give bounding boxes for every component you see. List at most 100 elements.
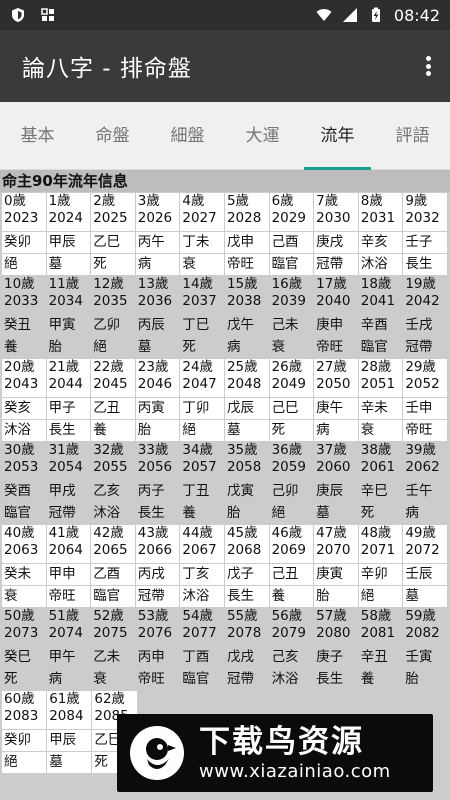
ganzhi-cell: 己未	[269, 315, 314, 336]
age-year-cell: 33歲 2056	[135, 442, 180, 480]
tab-basic[interactable]: 基本	[0, 102, 75, 170]
age-label: 55歲	[226, 608, 258, 624]
age-year-cell: 59歲 2082	[403, 608, 447, 646]
age-year-cell: 9歲 2032	[403, 193, 447, 231]
year-label: 2047	[182, 376, 217, 392]
year-label: 2045	[93, 376, 128, 392]
age-year-cell: 61歲 2084	[47, 691, 92, 729]
life-stage-cell: 墓	[46, 254, 91, 275]
age-year-row: 40歲 2063 41歲 2064 42歲 2065 43歲 2066 44歲 2067 45歲 20…	[2, 524, 448, 563]
year-label: 2080	[316, 625, 351, 641]
life-stage-cell: 死	[91, 254, 135, 275]
age-label: 16歲	[271, 276, 303, 292]
age-year-cell: 5歲 2028	[224, 193, 269, 231]
age-year-cell: 45歲 2068	[224, 525, 269, 563]
tab-bar: 基本 命盤 細盤 大運 流年 評語	[0, 102, 450, 170]
year-label: 2075	[93, 625, 128, 641]
year-label: 2050	[316, 376, 351, 392]
age-year-cell: 52歲 2075	[91, 608, 135, 646]
ganzhi-cell: 丙辰	[135, 315, 180, 336]
ganzhi-cell: 癸卯	[2, 232, 46, 253]
life-stage-row: 養胎絕墓死病衰帝旺 臨官 冠帶	[2, 336, 448, 358]
life-stage-cell: 長生	[224, 586, 269, 607]
ganzhi-cell: 丙申	[135, 647, 180, 668]
age-year-cell: 23歲 2046	[135, 359, 180, 397]
age-label: 12歲	[93, 276, 124, 292]
age-year-cell: 29歲 2052	[403, 359, 447, 397]
age-year-cell: 47歲 2070	[314, 525, 358, 563]
ganzhi-row: 癸巳 甲午 乙未 丙申 丁酉 戊戌 己亥 庚子 辛丑 壬寅	[2, 646, 448, 668]
age-label: 39歲	[405, 442, 437, 458]
age-year-cell: 15歲 2038	[224, 276, 269, 314]
age-label: 28歲	[360, 359, 392, 375]
life-stage-row: 絕墓死病衰帝旺 臨官 冠帶 沐浴 長生	[2, 253, 448, 275]
age-year-cell: 34歲 2057	[180, 442, 224, 480]
more-vert-icon[interactable]	[418, 52, 438, 80]
age-year-cell: 8歲 2031	[358, 193, 403, 231]
age-year-cell: 19歲 2042	[403, 276, 447, 314]
age-year-cell: 56歲 2079	[269, 608, 314, 646]
life-stage-cell: 臨官	[2, 503, 46, 524]
age-year-cell: 31歲 2054	[46, 442, 91, 480]
ganzhi-cell: 癸未	[2, 564, 46, 585]
life-stage-cell: 冠帶	[135, 586, 180, 607]
life-stage-cell: 墓	[403, 586, 447, 607]
age-year-cell: 27歲 2050	[314, 359, 358, 397]
tab-chart[interactable]: 命盤	[75, 102, 150, 170]
ganzhi-cell: 壬寅	[403, 647, 447, 668]
life-stage-cell: 衰	[269, 337, 314, 358]
ganzhi-cell: 乙未	[91, 647, 135, 668]
age-year-row: 20歲 2043 21歲 2044 22歲 2045 23歲 2046 24歲 2047 25歲 20…	[2, 358, 448, 397]
age-label: 11歲	[48, 276, 80, 292]
ganzhi-cell: 戊午	[224, 315, 269, 336]
ganzhi-cell: 丙戌	[135, 564, 180, 585]
year-label: 2058	[226, 459, 262, 475]
age-label: 23歲	[137, 359, 169, 375]
age-label: 6歲	[271, 193, 294, 209]
ganzhi-cell: 癸丑	[2, 315, 46, 336]
life-stage-cell: 帝旺	[403, 420, 447, 441]
ganzhi-cell: 甲子	[46, 398, 91, 419]
watermark-url: www.xiazainiao.com	[199, 761, 391, 782]
watermark-banner: 下载鸟资源 www.xiazainiao.com	[117, 714, 433, 792]
age-label: 1歲	[48, 193, 71, 209]
year-label: 2054	[48, 459, 83, 475]
ganzhi-cell: 戊戌	[224, 647, 269, 668]
age-label: 15歲	[226, 276, 258, 292]
year-label: 2053	[4, 459, 39, 475]
ganzhi-cell: 丁巳	[180, 315, 224, 336]
annual-luck-table: 0歲 2023 1歲 2024 2歲 2025 3歲 2026 4歲 2027 5歲 2028 6歲 20…	[0, 192, 450, 773]
age-year-cell: 18歲 2041	[358, 276, 403, 314]
ganzhi-cell: 丁丑	[180, 481, 224, 502]
age-year-cell: 3歲 2026	[135, 193, 180, 231]
age-label: 34歲	[182, 442, 214, 458]
life-stage-cell: 胎	[403, 669, 447, 690]
age-label: 25歲	[226, 359, 258, 375]
year-label: 2030	[316, 210, 351, 226]
life-stage-cell: 臨官	[91, 586, 135, 607]
ganzhi-cell: 甲辰	[47, 730, 92, 751]
ganzhi-cell: 辛巳	[358, 481, 403, 502]
age-label: 40歲	[4, 525, 35, 541]
tab-comments[interactable]: 評語	[375, 102, 450, 170]
annual-luck-panel[interactable]: 命主90年流年信息 0歲 2023 1歲 2024 2歲 2025 3歲 2026 4歲 2027…	[0, 170, 450, 800]
ganzhi-cell: 丁酉	[180, 647, 224, 668]
tab-major-luck[interactable]: 大運	[225, 102, 300, 170]
life-stage-row: 死病衰帝旺 臨官 冠帶 沐浴 長生養胎	[2, 668, 448, 690]
tab-detail-chart[interactable]: 細盤	[150, 102, 225, 170]
age-label: 24歲	[182, 359, 214, 375]
year-label: 2049	[271, 376, 306, 392]
life-stage-cell: 死	[2, 669, 46, 690]
tab-annual-luck[interactable]: 流年	[300, 102, 375, 170]
age-year-cell: 16歲 2039	[269, 276, 314, 314]
age-label: 20歲	[4, 359, 35, 375]
year-label: 2084	[49, 708, 84, 724]
year-label: 2024	[48, 210, 83, 226]
age-year-cell: 41歲 2064	[46, 525, 91, 563]
life-stage-cell: 養	[358, 669, 403, 690]
age-label: 2歲	[93, 193, 116, 209]
ganzhi-cell: 癸卯	[2, 730, 47, 751]
year-label: 2026	[137, 210, 173, 226]
year-label: 2040	[316, 293, 351, 309]
age-label: 18歲	[360, 276, 392, 292]
